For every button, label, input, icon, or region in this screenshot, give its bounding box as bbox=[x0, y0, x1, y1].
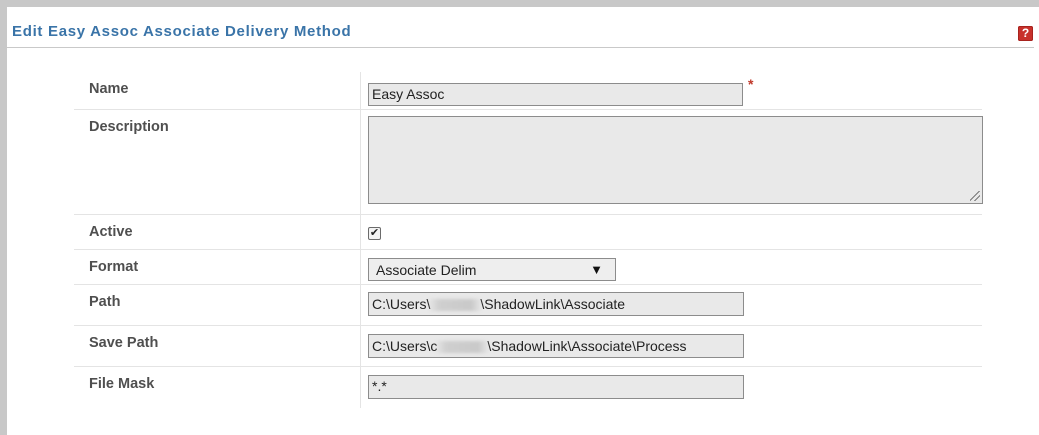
form-row-save-path: Save Path C:\Users\c \ShadowLink\Associat… bbox=[74, 326, 982, 367]
save-path-label: Save Path bbox=[89, 335, 159, 351]
form-row-path: Path C:\Users\ \ShadowLink\Associate bbox=[74, 285, 982, 326]
name-input[interactable]: Easy Assoc bbox=[368, 83, 743, 106]
required-marker: * bbox=[748, 76, 754, 92]
column-divider bbox=[360, 285, 361, 325]
form-row-file-mask: File Mask *.* bbox=[74, 367, 982, 408]
file-mask-input[interactable]: *.* bbox=[368, 375, 744, 399]
active-label: Active bbox=[89, 224, 133, 240]
column-divider bbox=[360, 326, 361, 366]
save-path-input[interactable]: C:\Users\c \ShadowLink\Associate\Process bbox=[368, 334, 744, 358]
form-row-description: Description bbox=[74, 110, 983, 215]
form-row-active: Active ✔ bbox=[74, 215, 982, 250]
name-label: Name bbox=[89, 81, 129, 97]
format-select[interactable]: Associate Delim ▼ bbox=[368, 258, 616, 281]
description-label: Description bbox=[89, 119, 169, 135]
form-row-name: Name Easy Assoc * bbox=[74, 72, 982, 110]
save-path-value-prefix: C:\Users\c bbox=[372, 338, 438, 354]
column-divider bbox=[360, 367, 361, 408]
form-row-format: Format Associate Delim ▼ bbox=[74, 250, 982, 285]
column-divider bbox=[360, 110, 361, 214]
resize-grip-icon[interactable] bbox=[970, 191, 980, 201]
description-textarea[interactable] bbox=[368, 116, 983, 204]
format-selected-value: Associate Delim bbox=[376, 262, 477, 278]
page-frame: Edit Easy Assoc Associate Delivery Metho… bbox=[0, 0, 1039, 435]
panel-header: Edit Easy Assoc Associate Delivery Metho… bbox=[7, 7, 1039, 49]
format-label: Format bbox=[89, 259, 139, 275]
path-label: Path bbox=[89, 294, 121, 310]
path-value-suffix: \ShadowLink\Associate bbox=[480, 296, 626, 312]
file-mask-label: File Mask bbox=[89, 376, 155, 392]
help-icon[interactable]: ? bbox=[1018, 26, 1033, 41]
save-path-value-suffix: \ShadowLink\Associate\Process bbox=[487, 338, 687, 354]
dropdown-caret-icon: ▼ bbox=[590, 262, 603, 277]
redacted-username bbox=[428, 299, 483, 312]
column-divider bbox=[360, 250, 361, 284]
column-divider bbox=[360, 215, 361, 249]
edit-form: Name Easy Assoc * Description Active ✔ F… bbox=[74, 72, 983, 408]
column-divider bbox=[360, 72, 361, 109]
redacted-username bbox=[435, 341, 490, 354]
page-title: Edit Easy Assoc Associate Delivery Metho… bbox=[12, 23, 352, 40]
active-checkbox[interactable]: ✔ bbox=[368, 227, 381, 240]
path-value-prefix: C:\Users\ bbox=[372, 296, 431, 312]
header-divider bbox=[7, 47, 1034, 48]
path-input[interactable]: C:\Users\ \ShadowLink\Associate bbox=[368, 292, 744, 316]
